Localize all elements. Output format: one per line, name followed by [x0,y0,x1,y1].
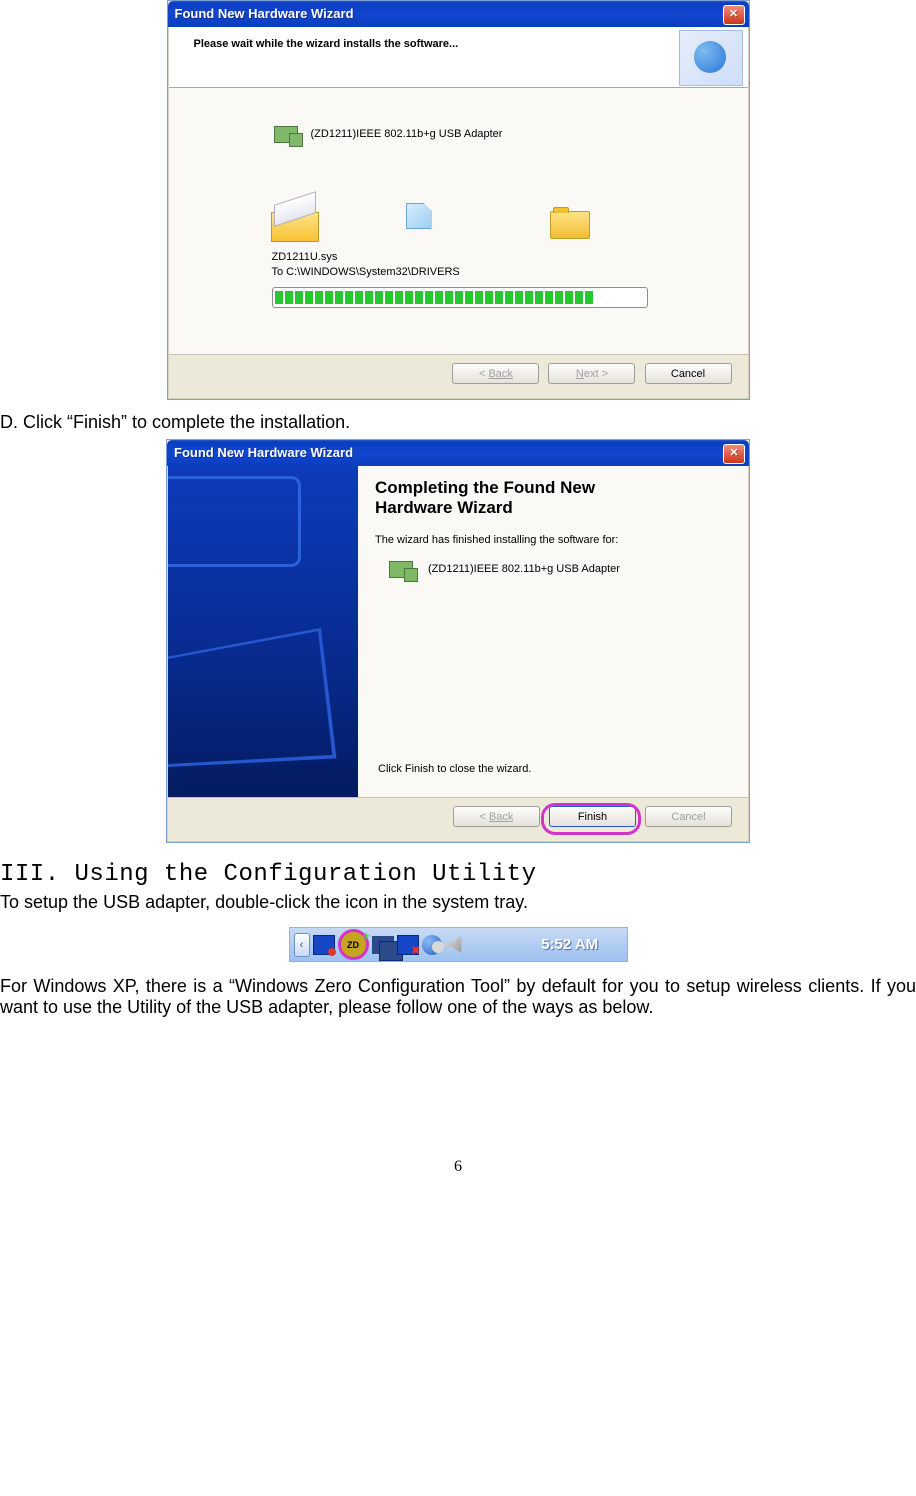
back-button: < Back [452,363,539,384]
device-icon [389,561,418,582]
tray-expand-icon[interactable]: ‹ [294,933,310,957]
windows-zero-text: For Windows XP, there is a “Windows Zero… [0,976,916,1018]
finish-button[interactable]: Finish [549,806,636,827]
step-d-text: D. Click “Finish” to complete the instal… [0,412,916,433]
back-button: < Back [453,806,540,827]
device-label: (ZD1211)IEEE 802.11b+g USB Adapter [311,128,503,140]
page-number: 6 [0,1158,916,1176]
dialog-title: Found New Hardware Wizard [174,445,353,460]
tray-network-disconnected-icon[interactable] [397,935,419,955]
dialog-titlebar[interactable]: Found New Hardware Wizard ✕ [168,1,749,27]
header-graphic-icon [679,30,743,86]
progress-bar [272,287,648,308]
dialog-title: Found New Hardware Wizard [175,6,354,21]
device-icon [274,126,303,147]
tray-globe-icon[interactable] [422,935,442,955]
install-progress-dialog: Found New Hardware Wizard ✕ Please wait … [167,0,750,400]
close-tip: Click Finish to close the wizard. [378,763,531,775]
dialog-titlebar[interactable]: Found New Hardware Wizard ✕ [167,440,749,466]
section-3-title: III. Using the Configuration Utility [0,861,916,888]
system-tray: ‹ ZD+ 5:52 AM [289,927,628,962]
wizard-side-graphic [168,466,358,798]
close-icon[interactable]: ✕ [723,5,745,25]
tray-volume-icon[interactable] [445,936,462,953]
section-3-intro: To setup the USB adapter, double-click t… [0,892,916,913]
tray-monitor-icon[interactable] [313,935,335,955]
dialog-header: Please wait while the wizard installs th… [169,27,748,88]
button-row: < Back Finish Cancel [168,797,748,841]
close-icon[interactable]: ✕ [723,444,745,464]
complete-subtext: The wizard has finished installing the s… [375,534,618,546]
copy-destination: To C:\WINDOWS\System32\DRIVERS [272,266,460,278]
tray-zd-utility-icon[interactable]: ZD+ [338,929,369,960]
cancel-button[interactable]: Cancel [645,363,732,384]
cancel-button: Cancel [645,806,732,827]
tray-clock[interactable]: 5:52 AM [513,928,627,961]
copy-file-name: ZD1211U.sys [272,251,338,263]
tray-network-monitors-icon[interactable] [372,936,394,954]
complete-heading: Completing the Found New Hardware Wizard [375,478,635,518]
header-text: Please wait while the wizard installs th… [194,38,459,50]
envelope-icon [271,202,326,240]
document-icon [406,203,432,229]
device-label: (ZD1211)IEEE 802.11b+g USB Adapter [428,563,620,575]
button-row: < Back Next > Cancel [169,354,748,398]
folder-icon [550,211,590,239]
next-button: Next > [548,363,635,384]
finish-dialog: Found New Hardware Wizard ✕ Completing t… [166,439,750,843]
